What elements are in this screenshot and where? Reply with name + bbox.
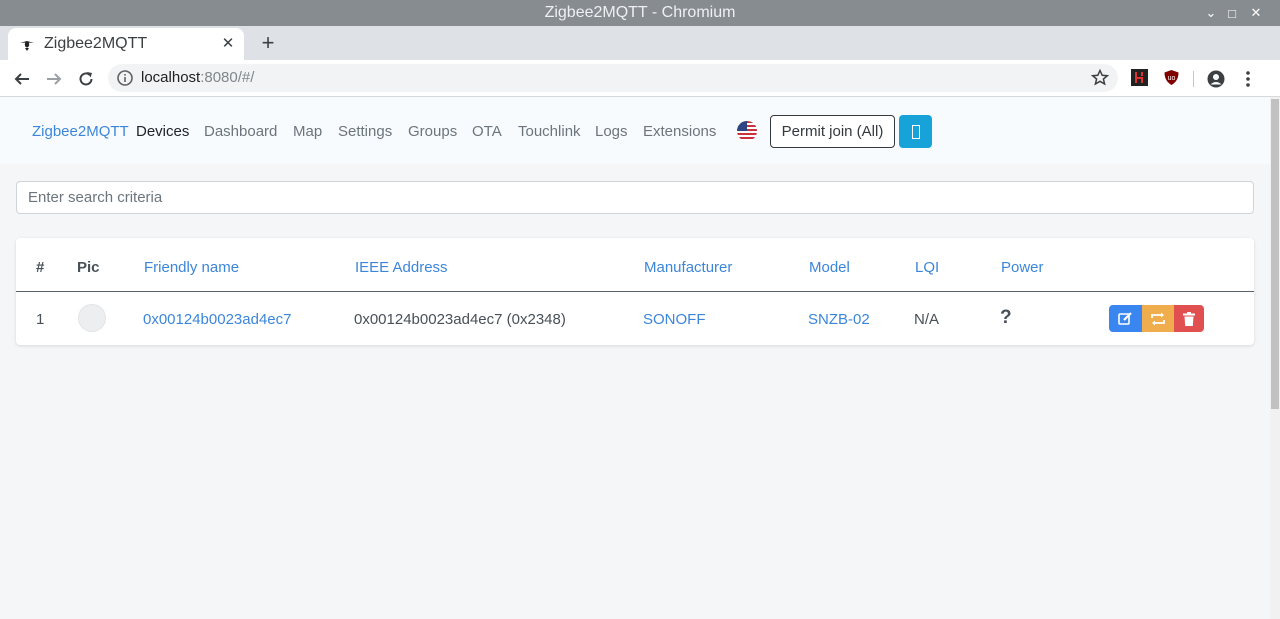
- nav-settings[interactable]: Settings: [338, 123, 392, 140]
- row-actions: [1109, 305, 1204, 332]
- nav-dashboard[interactable]: Dashboard: [204, 123, 277, 140]
- nav-groups[interactable]: Groups: [408, 123, 457, 140]
- info-icon[interactable]: [116, 69, 134, 87]
- device-picture: [78, 304, 106, 332]
- us-flag-icon[interactable]: [737, 121, 757, 141]
- toolbar-separator: [1193, 71, 1194, 87]
- header-ieee-address[interactable]: IEEE Address: [355, 259, 448, 276]
- device-manufacturer-link[interactable]: SONOFF: [643, 311, 706, 328]
- remove-device-button[interactable]: [1174, 305, 1204, 332]
- url-text: localhost:8080/#/: [141, 69, 255, 86]
- new-tab-button[interactable]: +: [256, 30, 280, 55]
- tab-strip: Zigbee2MQTT ✕ +: [0, 26, 1280, 60]
- nav-map[interactable]: Map: [293, 123, 322, 140]
- tab-title: Zigbee2MQTT: [44, 35, 148, 52]
- maximize-button[interactable]: □: [1222, 3, 1242, 23]
- chevron-down-icon: [911, 124, 920, 139]
- reload-icon: [79, 72, 93, 86]
- page-content: Zigbee2MQTT Devices Dashboard Map Settin…: [0, 97, 1270, 619]
- back-button[interactable]: [10, 67, 34, 91]
- window-titlebar: Zigbee2MQTT - Chromium ⌄ □ ✕: [0, 0, 1280, 26]
- header-lqi[interactable]: LQI: [915, 259, 939, 276]
- forward-button[interactable]: [42, 67, 66, 91]
- search-input[interactable]: [16, 181, 1254, 214]
- nav-ota[interactable]: OTA: [472, 123, 502, 140]
- header-model[interactable]: Model: [809, 259, 850, 276]
- swap-icon: [1151, 312, 1165, 325]
- brand-link[interactable]: Zigbee2MQTT: [32, 123, 129, 140]
- device-friendly-name-link[interactable]: 0x00124b0023ad4ec7: [143, 311, 291, 328]
- reload-button[interactable]: [74, 67, 98, 91]
- arrow-left-icon: [14, 73, 29, 85]
- permit-join-button[interactable]: Permit join (All): [770, 115, 895, 148]
- nav-logs[interactable]: Logs: [595, 123, 628, 140]
- rename-button[interactable]: [1109, 305, 1142, 332]
- edit-icon: [1118, 312, 1132, 325]
- ublock-origin-icon[interactable]: uo: [1163, 69, 1180, 86]
- browser-menu-button[interactable]: [1236, 67, 1260, 91]
- arrow-right-icon: [47, 73, 62, 85]
- table-row: 1 0x00124b0023ad4ec7 0x00124b0023ad4ec7 …: [16, 293, 1254, 345]
- browser-tab[interactable]: Zigbee2MQTT ✕: [8, 28, 244, 60]
- device-lqi: N/A: [914, 311, 940, 328]
- header-index: #: [36, 259, 45, 276]
- star-icon[interactable]: [1090, 68, 1110, 88]
- device-power-unknown: ?: [1000, 307, 1012, 328]
- zigbee-bee-icon: [20, 41, 34, 51]
- trash-icon: [1183, 311, 1195, 326]
- permit-join-dropdown-button[interactable]: [899, 115, 932, 148]
- row-index: 1: [36, 311, 45, 328]
- svg-text:uo: uo: [1168, 75, 1176, 82]
- device-model-link[interactable]: SNZB-02: [808, 311, 870, 328]
- nav-devices[interactable]: Devices: [136, 123, 189, 140]
- header-manufacturer[interactable]: Manufacturer: [644, 259, 732, 276]
- browser-toolbar: localhost:8080/#/ uo: [0, 60, 1280, 97]
- device-ieee-address: 0x00124b0023ad4ec7 (0x2348): [354, 311, 566, 328]
- account-circle-icon: [1207, 70, 1225, 88]
- window-title: Zigbee2MQTT - Chromium: [544, 4, 736, 21]
- page-scrollbar[interactable]: [1270, 97, 1280, 619]
- address-bar[interactable]: localhost:8080/#/: [108, 64, 1118, 92]
- header-pic: Pic: [77, 259, 100, 276]
- profile-button[interactable]: [1204, 67, 1228, 91]
- extension-h-icon[interactable]: [1131, 69, 1148, 86]
- header-power[interactable]: Power: [1001, 259, 1044, 276]
- kebab-menu-icon: [1246, 71, 1250, 87]
- reconfigure-button[interactable]: [1142, 305, 1174, 332]
- header-friendly-name[interactable]: Friendly name: [144, 259, 239, 276]
- close-window-button[interactable]: ✕: [1246, 3, 1266, 23]
- app-navbar: Zigbee2MQTT Devices Dashboard Map Settin…: [0, 97, 1270, 164]
- tab-close-button[interactable]: ✕: [218, 33, 238, 53]
- devices-table: # Pic Friendly name IEEE Address Manufac…: [16, 238, 1254, 345]
- table-header: # Pic Friendly name IEEE Address Manufac…: [16, 238, 1254, 292]
- nav-touchlink[interactable]: Touchlink: [518, 123, 581, 140]
- minimize-button[interactable]: ⌄: [1201, 3, 1221, 23]
- scrollbar-thumb[interactable]: [1271, 99, 1279, 409]
- nav-extensions[interactable]: Extensions: [643, 123, 716, 140]
